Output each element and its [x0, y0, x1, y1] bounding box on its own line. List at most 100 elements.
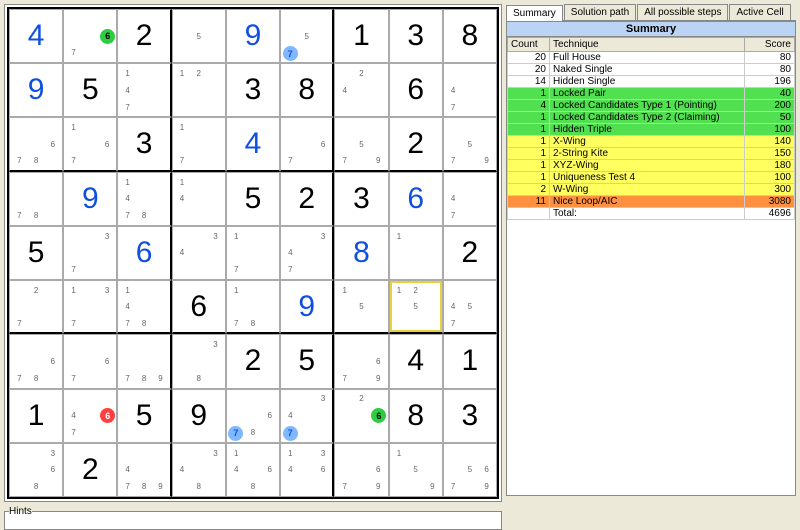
cell-r3c1[interactable]: 678	[9, 117, 63, 171]
cell-r1c8[interactable]: 3	[389, 9, 443, 63]
summary-row[interactable]: 1Uniqueness Test 4100	[508, 172, 795, 184]
cell-r7c8[interactable]: 4	[389, 334, 443, 388]
cell-r5c9[interactable]: 2	[443, 226, 497, 280]
cell-r9c5[interactable]: 1468	[226, 443, 280, 497]
summary-row[interactable]: 2W-Wing300	[508, 184, 795, 196]
summary-row[interactable]: 12-String Kite150	[508, 148, 795, 160]
tab-all-steps[interactable]: All possible steps	[637, 4, 728, 20]
cell-r1c4[interactable]: 5	[172, 9, 226, 63]
cell-r8c8[interactable]: 8	[389, 389, 443, 443]
cell-r5c7[interactable]: 8	[334, 226, 388, 280]
cell-r6c3[interactable]: 1478	[117, 280, 171, 334]
cell-r4c8[interactable]: 6	[389, 172, 443, 226]
cell-r4c7[interactable]: 3	[334, 172, 388, 226]
cell-r1c5[interactable]: 9	[226, 9, 280, 63]
cell-r6c1[interactable]: 27	[9, 280, 63, 334]
cell-r1c6[interactable]: 577	[280, 9, 334, 63]
cell-r6c9[interactable]: 457	[443, 280, 497, 334]
cell-r4c9[interactable]: 47	[443, 172, 497, 226]
tab-summary[interactable]: Summary	[506, 5, 563, 21]
cell-r9c8[interactable]: 159	[389, 443, 443, 497]
cell-r8c9[interactable]: 3	[443, 389, 497, 443]
cell-r8c7[interactable]: 26	[334, 389, 388, 443]
cell-r6c6[interactable]: 9	[280, 280, 334, 334]
summary-row[interactable]: 1XYZ-Wing180	[508, 160, 795, 172]
cell-r2c4[interactable]: 12	[172, 63, 226, 117]
summary-row[interactable]: 1X-Wing140	[508, 136, 795, 148]
cell-r3c5[interactable]: 4	[226, 117, 280, 171]
summary-row[interactable]: 20Full House80	[508, 52, 795, 64]
tab-active-cell[interactable]: Active Cell	[729, 4, 790, 20]
cell-r6c5[interactable]: 178	[226, 280, 280, 334]
cell-r9c1[interactable]: 368	[9, 443, 63, 497]
col-count[interactable]: Count	[508, 38, 550, 52]
cell-r9c6[interactable]: 1346	[280, 443, 334, 497]
cell-r9c4[interactable]: 348	[172, 443, 226, 497]
cell-r7c3[interactable]: 789	[117, 334, 171, 388]
cell-r5c2[interactable]: 37	[63, 226, 117, 280]
summary-row[interactable]: 14Hidden Single196	[508, 76, 795, 88]
cell-r3c2[interactable]: 167	[63, 117, 117, 171]
cell-r3c4[interactable]: 17	[172, 117, 226, 171]
tab-solution-path[interactable]: Solution path	[564, 4, 636, 20]
cell-r4c2[interactable]: 9	[63, 172, 117, 226]
cell-r7c5[interactable]: 2	[226, 334, 280, 388]
cell-r5c6[interactable]: 347	[280, 226, 334, 280]
cell-r9c7[interactable]: 679	[334, 443, 388, 497]
cell-r1c2[interactable]: 76	[63, 9, 117, 63]
cell-r3c8[interactable]: 2	[389, 117, 443, 171]
cell-r8c2[interactable]: 476	[63, 389, 117, 443]
cell-r9c2[interactable]: 2	[63, 443, 117, 497]
cell-r2c7[interactable]: 24	[334, 63, 388, 117]
col-technique[interactable]: Technique	[550, 38, 745, 52]
cell-r6c7[interactable]: 15	[334, 280, 388, 334]
cell-r4c5[interactable]: 5	[226, 172, 280, 226]
cell-r7c7[interactable]: 679	[334, 334, 388, 388]
cell-r2c9[interactable]: 47	[443, 63, 497, 117]
cell-r2c1[interactable]: 9	[9, 63, 63, 117]
cell-r1c3[interactable]: 2	[117, 9, 171, 63]
cell-r2c8[interactable]: 6	[389, 63, 443, 117]
cell-r9c9[interactable]: 5679	[443, 443, 497, 497]
cell-r3c6[interactable]: 67	[280, 117, 334, 171]
cell-r7c9[interactable]: 1	[443, 334, 497, 388]
summary-row[interactable]: 1Locked Pair40	[508, 88, 795, 100]
cell-r7c2[interactable]: 67	[63, 334, 117, 388]
cell-r5c1[interactable]: 5	[9, 226, 63, 280]
cell-r3c3[interactable]: 3	[117, 117, 171, 171]
cell-r2c3[interactable]: 147	[117, 63, 171, 117]
cell-r2c6[interactable]: 8	[280, 63, 334, 117]
cell-r5c4[interactable]: 34	[172, 226, 226, 280]
cell-r4c6[interactable]: 2	[280, 172, 334, 226]
cell-r5c5[interactable]: 17	[226, 226, 280, 280]
summary-row[interactable]: 1Locked Candidates Type 2 (Claiming)50	[508, 112, 795, 124]
cell-r6c8[interactable]: 125	[389, 280, 443, 334]
cell-r4c3[interactable]: 1478	[117, 172, 171, 226]
cell-r2c2[interactable]: 5	[63, 63, 117, 117]
cell-r6c2[interactable]: 137	[63, 280, 117, 334]
cell-r6c4[interactable]: 6	[172, 280, 226, 334]
cell-r8c1[interactable]: 1	[9, 389, 63, 443]
cell-r8c4[interactable]: 9	[172, 389, 226, 443]
cell-r8c6[interactable]: 347	[280, 389, 334, 443]
cell-r3c9[interactable]: 579	[443, 117, 497, 171]
cell-r8c5[interactable]: 687	[226, 389, 280, 443]
cell-r7c4[interactable]: 38	[172, 334, 226, 388]
col-score[interactable]: Score	[745, 38, 795, 52]
cell-r7c6[interactable]: 5	[280, 334, 334, 388]
sudoku-grid[interactable]: 4762595771389514712382464767816731746757…	[7, 7, 499, 499]
cell-r5c8[interactable]: 1	[389, 226, 443, 280]
cell-r4c1[interactable]: 78	[9, 172, 63, 226]
summary-row[interactable]: 4Locked Candidates Type 1 (Pointing)200	[508, 100, 795, 112]
cell-r1c7[interactable]: 1	[334, 9, 388, 63]
cell-r1c1[interactable]: 4	[9, 9, 63, 63]
summary-row[interactable]: Total:4696	[508, 208, 795, 220]
cell-r7c1[interactable]: 678	[9, 334, 63, 388]
cell-r4c4[interactable]: 14	[172, 172, 226, 226]
cell-r2c5[interactable]: 3	[226, 63, 280, 117]
summary-row[interactable]: 1Hidden Triple100	[508, 124, 795, 136]
summary-row[interactable]: 11Nice Loop/AIC3080	[508, 196, 795, 208]
cell-r9c3[interactable]: 4789	[117, 443, 171, 497]
cell-r3c7[interactable]: 579	[334, 117, 388, 171]
cell-r1c9[interactable]: 8	[443, 9, 497, 63]
